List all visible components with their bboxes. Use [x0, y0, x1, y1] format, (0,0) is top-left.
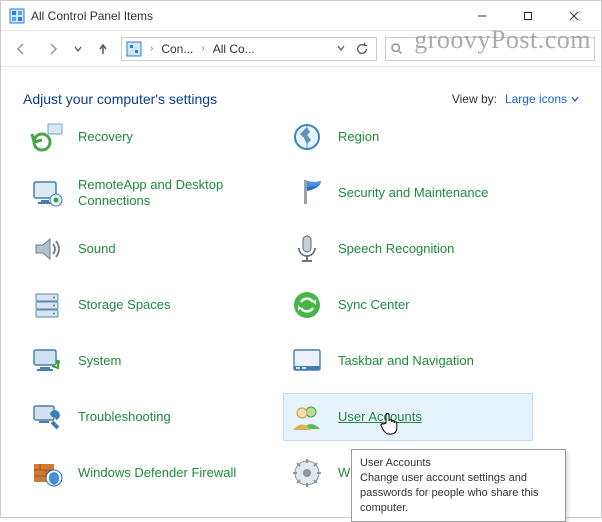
control-panel-item-region[interactable]: Region: [283, 119, 533, 161]
view-by-dropdown[interactable]: Large icons: [505, 92, 579, 106]
breadcrumb-separator-icon: ›: [150, 43, 153, 54]
item-label: RemoteApp and Desktop Connections: [78, 177, 266, 208]
title-bar: All Control Panel Items: [1, 1, 601, 31]
item-label: Sync Center: [338, 297, 410, 313]
control-panel-app-icon: [9, 8, 25, 24]
taskbar-icon: [290, 344, 324, 378]
control-panel-item-work-folders[interactable]: Work Folders: [23, 505, 273, 514]
history-dropdown-button[interactable]: [71, 37, 85, 61]
control-panel-item-troubleshooting[interactable]: Troubleshooting: [23, 393, 273, 441]
window-controls: [459, 1, 597, 31]
user-accounts-icon: [290, 400, 324, 434]
system-icon: [30, 344, 64, 378]
tooltip-title: User Accounts: [360, 456, 557, 471]
item-label: Speech Recognition: [338, 241, 454, 257]
search-icon: [390, 42, 403, 55]
refresh-button[interactable]: [352, 37, 372, 61]
close-button[interactable]: [551, 1, 597, 31]
control-panel-item-speech[interactable]: Speech Recognition: [283, 225, 533, 273]
item-label: Taskbar and Navigation: [338, 353, 474, 369]
up-button[interactable]: [89, 37, 117, 61]
control-panel-item-defender-firewall[interactable]: Windows Defender Firewall: [23, 449, 273, 497]
forward-button[interactable]: [39, 37, 67, 61]
search-field[interactable]: [403, 41, 590, 57]
view-by-value: Large icons: [505, 92, 567, 106]
navigation-bar: › Con... › All Co...: [1, 31, 601, 67]
address-bar[interactable]: › Con... › All Co...: [121, 37, 377, 61]
windows-icon: [290, 456, 324, 490]
control-panel-item-recovery[interactable]: Recovery: [23, 119, 273, 161]
control-panel-item-sound[interactable]: Sound: [23, 225, 273, 273]
search-input[interactable]: [385, 37, 595, 61]
minimize-button[interactable]: [459, 1, 505, 31]
security-icon: [290, 176, 324, 210]
control-panel-item-remoteapp[interactable]: RemoteApp and Desktop Connections: [23, 169, 273, 217]
item-label: Recovery: [78, 129, 133, 145]
control-panel-item-security[interactable]: Security and Maintenance: [283, 169, 533, 217]
storage-icon: [30, 288, 64, 322]
defender-icon: [30, 456, 64, 490]
remoteapp-icon: [30, 176, 64, 210]
item-label: Storage Spaces: [78, 297, 171, 313]
view-by-label: View by:: [452, 92, 497, 106]
page-heading: Adjust your computer's settings: [23, 91, 217, 107]
chevron-down-icon: [571, 95, 579, 103]
control-panel-item-taskbar[interactable]: Taskbar and Navigation: [283, 337, 533, 385]
item-label: Security and Maintenance: [338, 185, 488, 201]
item-label: Troubleshooting: [78, 409, 171, 425]
speech-icon: [290, 232, 324, 266]
heading-row: Adjust your computer's settings View by:…: [1, 67, 601, 119]
sound-icon: [30, 232, 64, 266]
work-folders-icon: [30, 512, 64, 514]
item-label: System: [78, 353, 121, 369]
control-panel-crumb-icon: [126, 41, 142, 57]
item-label: Windows Defender Firewall: [78, 465, 236, 481]
back-button[interactable]: [7, 37, 35, 61]
item-label: Sound: [78, 241, 116, 257]
maximize-button[interactable]: [505, 1, 551, 31]
tooltip: User Accounts Change user account settin…: [351, 449, 566, 522]
recovery-icon: [30, 120, 64, 154]
region-icon: [290, 120, 324, 154]
address-dropdown-icon[interactable]: [336, 42, 346, 56]
control-panel-item-sync[interactable]: Sync Center: [283, 281, 533, 329]
item-label: Region: [338, 129, 379, 145]
control-panel-item-storage[interactable]: Storage Spaces: [23, 281, 273, 329]
breadcrumb-separator-icon: ›: [201, 43, 204, 54]
sync-icon: [290, 288, 324, 322]
control-panel-item-user-accounts[interactable]: User Accounts: [283, 393, 533, 441]
breadcrumb-segment[interactable]: All Co...: [213, 42, 255, 56]
control-panel-item-system[interactable]: System: [23, 337, 273, 385]
window-title: All Control Panel Items: [31, 9, 153, 23]
breadcrumb-segment[interactable]: Con...: [161, 42, 193, 56]
item-label: User Accounts: [338, 409, 422, 425]
troubleshoot-icon: [30, 400, 64, 434]
tooltip-body: Change user account settings and passwor…: [360, 472, 539, 514]
